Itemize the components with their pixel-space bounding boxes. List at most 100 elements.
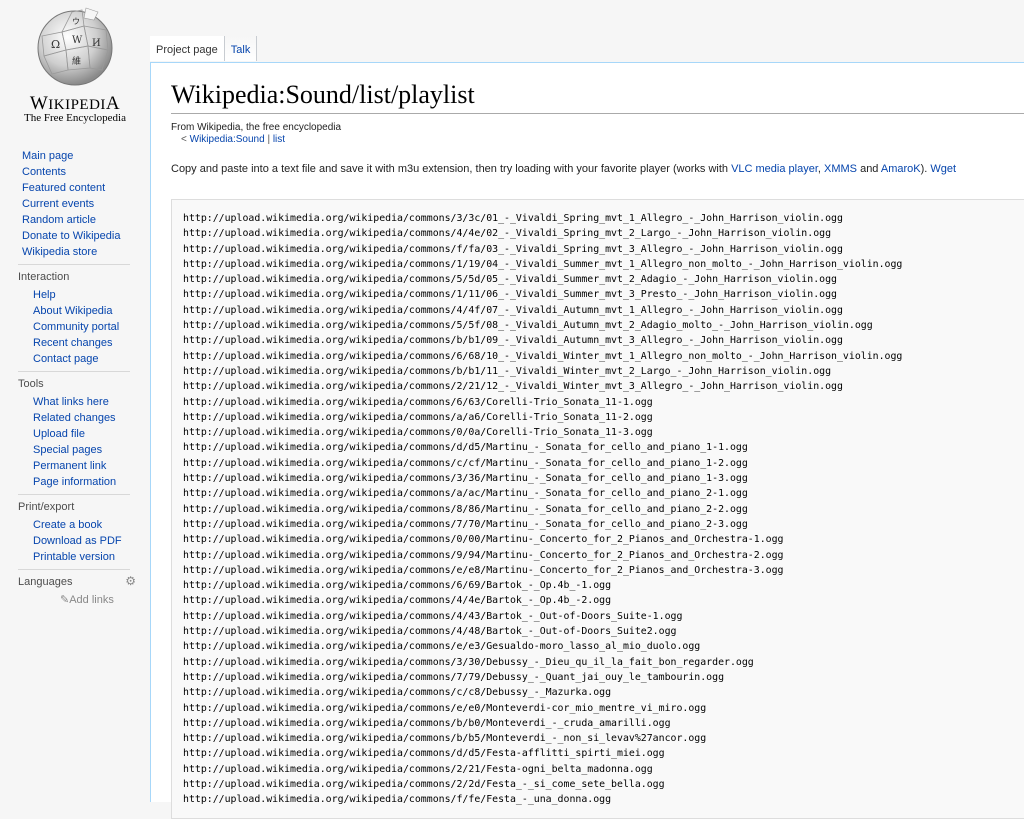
- sidebar-item-printable-version[interactable]: Printable version: [33, 549, 150, 565]
- sidebar-navigation: Main page Contents Featured content Curr…: [0, 148, 150, 260]
- playlist-line: http://upload.wikimedia.org/wikipedia/co…: [183, 258, 903, 270]
- gear-icon[interactable]: ⚙: [125, 573, 136, 589]
- playlist-line: http://upload.wikimedia.org/wikipedia/co…: [183, 733, 707, 745]
- sidebar-item-community-portal[interactable]: Community portal: [33, 319, 150, 335]
- playlist-line: http://upload.wikimedia.org/wikipedia/co…: [183, 778, 665, 790]
- sidebar-tools: Tools What links here Related changes Up…: [0, 371, 150, 490]
- playlist-line: http://upload.wikimedia.org/wikipedia/co…: [183, 564, 784, 576]
- playlist-line: http://upload.wikimedia.org/wikipedia/co…: [183, 304, 843, 316]
- playlist-line: http://upload.wikimedia.org/wikipedia/co…: [183, 641, 701, 653]
- sidebar-item-current-events[interactable]: Current events: [22, 196, 150, 212]
- sidebar-item-special-pages[interactable]: Special pages: [33, 442, 150, 458]
- breadcrumb-link-sound[interactable]: Wikipedia:Sound: [190, 134, 265, 145]
- sidebar-item-random-article[interactable]: Random article: [22, 212, 150, 228]
- tab-talk[interactable]: Talk: [224, 36, 258, 61]
- sidebar: Main page Contents Featured content Curr…: [0, 148, 150, 608]
- add-links-label: Add links: [69, 594, 114, 606]
- svg-text:Ω: Ω: [51, 38, 60, 51]
- intro-text-4: ).: [920, 163, 931, 175]
- playlist-line: http://upload.wikimedia.org/wikipedia/co…: [183, 748, 665, 760]
- languages-heading: Languages ⚙: [18, 569, 136, 590]
- breadcrumb-link-list[interactable]: list: [273, 134, 285, 145]
- sidebar-item-upload-file[interactable]: Upload file: [33, 426, 150, 442]
- playlist-line: http://upload.wikimedia.org/wikipedia/co…: [183, 381, 843, 393]
- svg-text:ウ: ウ: [72, 17, 80, 26]
- sidebar-item-download-pdf[interactable]: Download as PDF: [33, 533, 150, 549]
- breadcrumb-prefix: <: [181, 134, 190, 145]
- sidebar-item-donate[interactable]: Donate to Wikipedia: [22, 228, 150, 244]
- playlist-line: http://upload.wikimedia.org/wikipedia/co…: [183, 595, 612, 607]
- sidebar-item-contents[interactable]: Contents: [22, 164, 150, 180]
- sidebar-item-related-changes[interactable]: Related changes: [33, 410, 150, 426]
- link-wget[interactable]: Wget: [930, 163, 956, 175]
- sidebar-item-permanent-link[interactable]: Permanent link: [33, 458, 150, 474]
- sidebar-item-main-page[interactable]: Main page: [22, 148, 150, 164]
- playlist-line: http://upload.wikimedia.org/wikipedia/co…: [183, 442, 748, 454]
- link-xmms[interactable]: XMMS: [824, 163, 857, 175]
- playlist-line: http://upload.wikimedia.org/wikipedia/co…: [183, 518, 748, 530]
- svg-text:維: 維: [72, 55, 81, 67]
- playlist-line: http://upload.wikimedia.org/wikipedia/co…: [183, 610, 683, 622]
- breadcrumb: < Wikipedia:Sound | list: [181, 134, 285, 145]
- playlist-line: http://upload.wikimedia.org/wikipedia/co…: [183, 580, 612, 592]
- link-vlc[interactable]: VLC media player: [731, 163, 818, 175]
- languages-heading-label: Languages: [18, 576, 73, 588]
- tab-project-page[interactable]: Project page: [150, 36, 225, 61]
- wikipedia-logo[interactable]: Ω W И 維 ウ WIKIPEDIA The Free Encyclopedi…: [0, 0, 150, 130]
- playlist-line: http://upload.wikimedia.org/wikipedia/co…: [183, 549, 784, 561]
- playlist-line: http://upload.wikimedia.org/wikipedia/co…: [183, 228, 832, 240]
- sidebar-item-store[interactable]: Wikipedia store: [22, 244, 150, 260]
- playlist-line: http://upload.wikimedia.org/wikipedia/co…: [183, 687, 612, 699]
- page-tabs: Project page Talk: [150, 36, 258, 62]
- playlist-line: http://upload.wikimedia.org/wikipedia/co…: [183, 274, 837, 286]
- playlist-line: http://upload.wikimedia.org/wikipedia/co…: [183, 702, 707, 714]
- puzzle-globe-icon: Ω W И 維 ウ: [37, 7, 113, 86]
- sidebar-languages: Languages ⚙ ✎Add links: [0, 569, 150, 608]
- sidebar-item-recent-changes[interactable]: Recent changes: [33, 335, 150, 351]
- playlist-line: http://upload.wikimedia.org/wikipedia/co…: [183, 411, 653, 423]
- playlist-line: http://upload.wikimedia.org/wikipedia/co…: [183, 626, 677, 638]
- playlist-line: http://upload.wikimedia.org/wikipedia/co…: [183, 671, 725, 683]
- intro-paragraph: Copy and paste into a text file and save…: [171, 163, 956, 175]
- sidebar-item-contact-page[interactable]: Contact page: [33, 351, 150, 367]
- playlist-line: http://upload.wikimedia.org/wikipedia/co…: [183, 763, 653, 775]
- playlist-line: http://upload.wikimedia.org/wikipedia/co…: [183, 427, 653, 439]
- playlist-line: http://upload.wikimedia.org/wikipedia/co…: [183, 457, 748, 469]
- sidebar-item-help[interactable]: Help: [33, 287, 150, 303]
- playlist-line: http://upload.wikimedia.org/wikipedia/co…: [183, 396, 653, 408]
- sidebar-item-about[interactable]: About Wikipedia: [33, 303, 150, 319]
- playlist-line: http://upload.wikimedia.org/wikipedia/co…: [183, 656, 754, 668]
- sidebar-item-what-links-here[interactable]: What links here: [33, 394, 150, 410]
- sidebar-print-export: Print/export Create a book Download as P…: [0, 494, 150, 565]
- playlist-line: http://upload.wikimedia.org/wikipedia/co…: [183, 320, 873, 332]
- playlist-line: http://upload.wikimedia.org/wikipedia/co…: [183, 534, 784, 546]
- interaction-heading: Interaction: [18, 264, 130, 285]
- print-export-heading: Print/export: [18, 494, 130, 515]
- playlist-line: http://upload.wikimedia.org/wikipedia/co…: [183, 350, 903, 362]
- site-sub: From Wikipedia, the free encyclopedia: [171, 122, 342, 133]
- page-title: Wikipedia:Sound/list/playlist: [171, 80, 1024, 114]
- sidebar-item-page-information[interactable]: Page information: [33, 474, 150, 490]
- playlist-line: http://upload.wikimedia.org/wikipedia/co…: [183, 243, 843, 255]
- playlist-line: http://upload.wikimedia.org/wikipedia/co…: [183, 365, 832, 377]
- add-links[interactable]: ✎Add links: [0, 592, 150, 608]
- pencil-icon: ✎: [60, 594, 70, 606]
- sidebar-item-create-book[interactable]: Create a book: [33, 517, 150, 533]
- content-area: Wikipedia:Sound/list/playlist From Wikip…: [150, 62, 1024, 819]
- breadcrumb-separator: |: [264, 134, 273, 145]
- playlist-line: http://upload.wikimedia.org/wikipedia/co…: [183, 289, 837, 301]
- sidebar-item-featured-content[interactable]: Featured content: [22, 180, 150, 196]
- intro-text-1: Copy and paste into a text file and save…: [171, 163, 732, 175]
- link-amarok[interactable]: AmaroK: [881, 163, 921, 175]
- wikipedia-tagline: The Free Encyclopedia: [23, 112, 126, 124]
- tools-heading: Tools: [18, 371, 130, 392]
- playlist-line: http://upload.wikimedia.org/wikipedia/co…: [183, 717, 671, 729]
- svg-text:W: W: [72, 35, 83, 46]
- sidebar-interaction: Interaction Help About Wikipedia Communi…: [0, 264, 150, 367]
- playlist-line: http://upload.wikimedia.org/wikipedia/co…: [183, 488, 748, 500]
- playlist-preformatted: http://upload.wikimedia.org/wikipedia/co…: [171, 199, 1024, 819]
- playlist-line: http://upload.wikimedia.org/wikipedia/co…: [183, 503, 748, 515]
- playlist-line: http://upload.wikimedia.org/wikipedia/co…: [183, 794, 612, 806]
- intro-text-3: and: [857, 163, 881, 175]
- svg-text:И: И: [92, 38, 101, 49]
